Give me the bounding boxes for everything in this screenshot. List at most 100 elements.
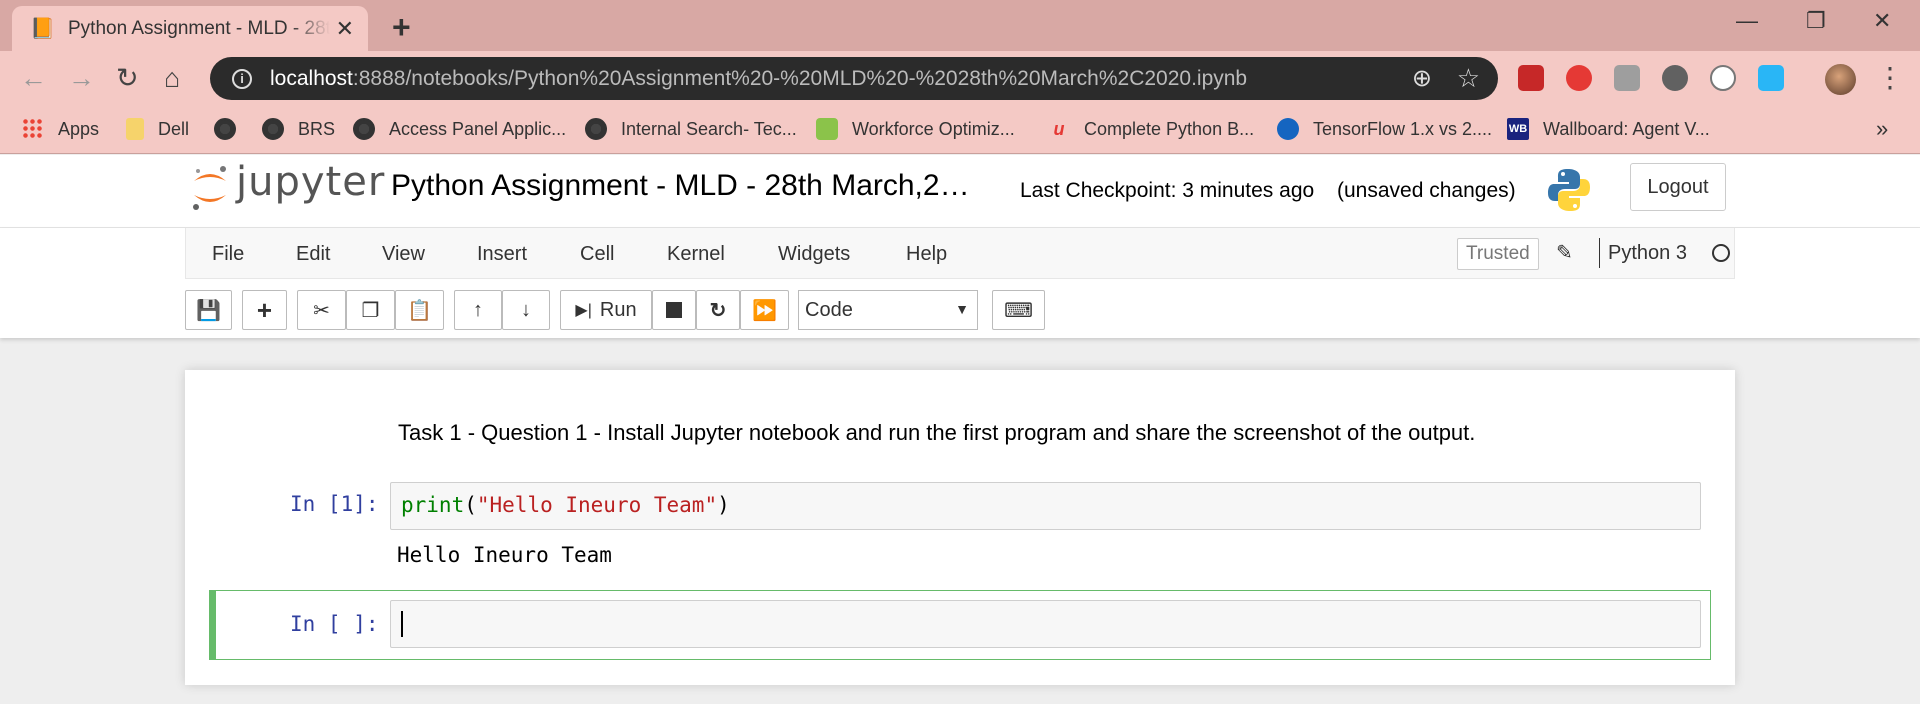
wb-icon: WB [1507,118,1529,140]
chat-icon [816,118,838,140]
run-button[interactable]: ▶| Run [560,290,652,330]
address-bar[interactable]: i localhost:8888/notebooks/Python%20Assi… [210,57,1498,100]
extension-v-icon[interactable] [1710,65,1736,91]
copy-button[interactable]: ❐ [346,290,395,330]
globe-icon [214,118,236,140]
extension-circle-icon[interactable] [1662,65,1688,91]
menu-insert[interactable]: Insert [477,243,527,266]
tab-title: Python Assignment - MLD - 28th March,202… [68,18,330,39]
menu-widgets[interactable]: Widgets [778,243,850,266]
edit-mode-pencil-icon: ✎ [1556,242,1573,264]
restart-button[interactable]: ↻ [696,290,740,330]
extension-windows-icon[interactable] [1758,65,1784,91]
markdown-cell[interactable]: Task 1 - Question 1 - Install Jupyter no… [398,420,1475,446]
restore-icon[interactable]: ❐ [1806,8,1826,34]
python-logo-icon [1548,169,1590,211]
jupyter-wordmark[interactable]: jupyter [236,159,385,205]
code-cell-2-input[interactable] [390,600,1701,648]
cell-1-output: Hello Ineuro Team [397,543,612,567]
bookmark-internal-search[interactable]: Internal Search- Tec... [585,118,797,140]
notebook-favicon-icon: 📙 [30,18,55,40]
menu-edit[interactable]: Edit [296,243,330,266]
tensorflow-icon [1277,118,1299,140]
jupyter-header: jupyter Python Assignment - MLD - 28th M… [0,155,1920,228]
udemy-icon: u [1053,119,1065,139]
insert-cell-button[interactable]: + [242,290,287,330]
run-label: Run [599,298,637,321]
jupyter-logo-icon[interactable] [190,163,230,213]
bookmark-dell[interactable]: Dell [126,118,189,140]
menu-help[interactable]: Help [906,243,947,266]
scissors-icon: ✂ [313,299,330,322]
globe-icon [353,118,375,140]
bookmark-tensorflow[interactable]: TensorFlow 1.x vs 2.... [1277,118,1492,140]
bookmark-wallboard[interactable]: WB Wallboard: Agent V... [1507,118,1710,140]
kernel-name[interactable]: Python 3 [1608,242,1687,265]
close-tab-icon[interactable]: ✕ [336,16,354,42]
interrupt-button[interactable] [652,290,696,330]
profile-avatar[interactable] [1825,64,1856,95]
chrome-menu-icon[interactable]: ⋮ [1876,61,1904,94]
paste-icon: 📋 [407,299,432,322]
bookmark-access-panel[interactable]: Access Panel Applic... [353,118,566,140]
bookmark-workforce[interactable]: Workforce Optimiz... [816,118,1015,140]
restart-run-all-button[interactable]: ⏩ [740,290,789,330]
apps-grid-icon [22,118,44,140]
code-paren-open: ( [464,493,477,517]
last-checkpoint: Last Checkpoint: 3 minutes ago [1020,179,1315,202]
minimize-icon[interactable]: — [1736,8,1758,34]
notebook-container: Task 1 - Question 1 - Install Jupyter no… [185,370,1735,685]
caret-down-icon: ▼ [955,301,969,317]
fast-forward-icon: ⏩ [752,299,777,322]
selection-bar [209,590,216,660]
input-prompt-2: In [ ]: [290,612,379,636]
menu-cell[interactable]: Cell [580,243,614,266]
bookmark-complete-python[interactable]: u Complete Python B... [1048,118,1255,140]
site-info-icon[interactable]: i [232,68,252,89]
arrow-up-icon: ↑ [473,298,483,321]
globe-icon [585,118,607,140]
reload-icon[interactable]: ↻ [116,63,139,94]
menu-view[interactable]: View [382,243,425,266]
menu-file[interactable]: File [212,243,244,266]
keyboard-icon: ⌨ [1004,299,1033,322]
command-palette-button[interactable]: ⌨ [992,290,1045,330]
extension-acrobat-icon[interactable] [1518,65,1544,91]
notebook-name[interactable]: Python Assignment - MLD - 28th March,2… [391,169,970,203]
bookmark-brs[interactable]: BRS [262,118,335,140]
extension-red-icon[interactable] [1566,65,1592,91]
move-down-button[interactable]: ↓ [502,290,550,330]
folder-icon [126,118,144,140]
save-button[interactable]: 💾 [185,290,232,330]
trusted-badge[interactable]: Trusted [1457,238,1539,270]
new-tab-icon[interactable]: + [392,9,411,46]
zoom-icon[interactable]: ⊕ [1412,64,1432,93]
bookmark-globe[interactable] [214,118,250,140]
url-text[interactable]: localhost:8888/notebooks/Python%20Assign… [270,67,1247,91]
code-paren-close: ) [717,493,730,517]
bookmarks-bar: Apps Dell BRS Access Panel Applic... Int… [0,108,1920,154]
bookmark-apps[interactable]: Apps [22,118,99,140]
globe-icon [262,118,284,140]
home-icon[interactable]: ⌂ [164,63,180,94]
stop-icon [666,302,682,318]
code-cell-1-input[interactable]: print("Hello Ineuro Team") [390,482,1701,530]
paste-button[interactable]: 📋 [395,290,444,330]
menu-kernel[interactable]: Kernel [667,243,725,266]
copy-icon: ❐ [361,299,380,322]
plus-icon: + [256,294,273,325]
more-bookmarks-icon[interactable]: » [1876,116,1888,142]
back-icon[interactable]: ← [20,63,47,94]
browser-tab[interactable]: 📙 Python Assignment - MLD - 28th March,2… [12,6,368,52]
browser-toolbar: ← → ↻ ⌂ i localhost:8888/notebooks/Pytho… [0,51,1920,108]
forward-icon[interactable]: → [68,63,95,94]
save-icon: 💾 [196,299,221,322]
logout-button[interactable]: Logout [1630,163,1726,211]
close-window-icon[interactable]: ✕ [1873,8,1891,34]
bookmark-star-icon[interactable]: ☆ [1457,63,1480,94]
cut-button[interactable]: ✂ [297,290,346,330]
run-step-icon: ▶| [575,302,592,319]
cell-type-select[interactable]: Code ▼ [798,290,978,330]
move-up-button[interactable]: ↑ [454,290,502,330]
extension-gray-icon[interactable] [1614,65,1640,91]
